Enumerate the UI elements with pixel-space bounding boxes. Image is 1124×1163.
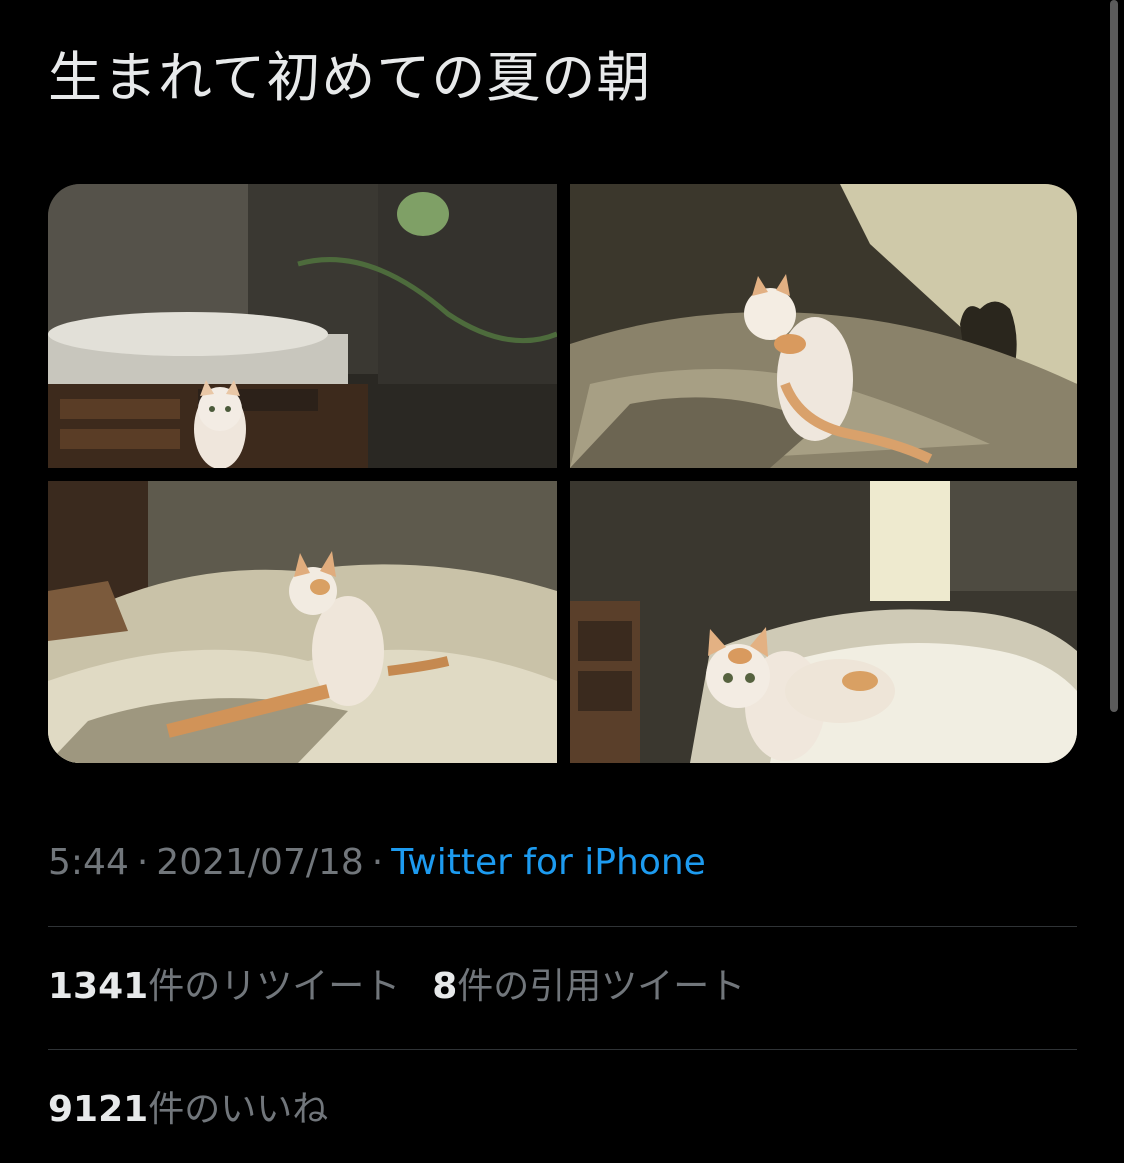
divider [48,1049,1077,1050]
stats-row-engagement: 1341件のリツイート 8件の引用ツイート [48,962,745,1012]
tweet-text: 生まれて初めての夏の朝 [48,46,652,109]
likes-stat[interactable]: 9121件のいいね [48,1089,328,1130]
retweet-label: 件のリツイート [148,966,401,1007]
quote-count: 8 [432,966,458,1007]
retweet-count: 1341 [48,966,149,1007]
quote-label: 件の引用ツイート [457,966,746,1007]
tweet-time: 5:44 [48,842,129,883]
stats-row-likes: 9121件のいいね [48,1085,328,1135]
separator: · [136,842,149,883]
photo-2[interactable] [570,184,1077,468]
like-label: 件のいいね [148,1089,329,1130]
like-count: 9121 [48,1089,149,1130]
photo-4[interactable] [570,481,1077,763]
tweet-source-link[interactable]: Twitter for iPhone [391,842,706,883]
retweets-stat[interactable]: 1341件のリツイート [48,966,400,1007]
tweet-date[interactable]: 2021/07/18 [156,842,364,883]
photo-3[interactable] [48,481,557,763]
photo-1[interactable] [48,184,557,468]
quotes-stat[interactable]: 8件の引用ツイート [432,966,745,1007]
media-grid [48,184,1077,763]
separator: · [371,842,384,883]
divider [48,926,1077,927]
tweet-meta: 5:44 · 2021/07/18 · Twitter for iPhone [48,838,706,888]
scrollbar[interactable] [1110,0,1118,712]
